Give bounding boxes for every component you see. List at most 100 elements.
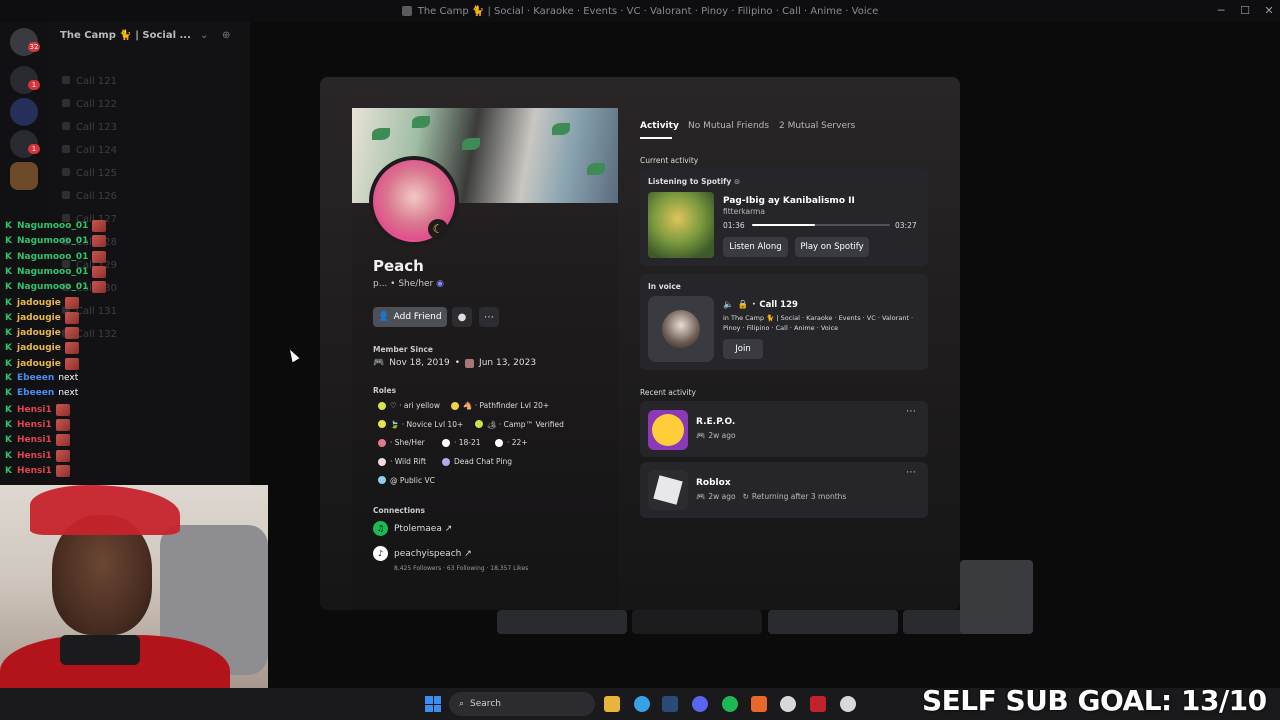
channel-item[interactable]: Call 125 <box>62 168 117 179</box>
server-name-header[interactable]: The Camp 🐈 | Social ... <box>60 30 191 41</box>
add-member-icon[interactable]: ⊕ <box>222 30 230 41</box>
role-pill[interactable]: 🐴 · Pathfinder Lvl 20+ <box>451 401 549 410</box>
track-title[interactable]: Pag-Ibig ay Kanibalismo II <box>723 196 855 206</box>
platform-icon: K <box>5 435 12 446</box>
connections-label: Connections <box>373 506 425 515</box>
app-icon <box>401 6 412 16</box>
obs-icon[interactable] <box>780 696 796 712</box>
role-pill[interactable]: · Wild Rift <box>378 457 426 466</box>
chat-username: Hensi1 <box>17 450 52 461</box>
chat-message: K Nagumooo_01 <box>5 281 107 294</box>
file-explorer-icon[interactable] <box>604 696 620 712</box>
voice-server-line: in The Camp 🐈 | Social · Karaoke · Event… <box>723 314 914 332</box>
channel-item[interactable]: Call 123 <box>62 122 117 133</box>
add-friend-button[interactable]: 👤 Add Friend <box>373 307 447 327</box>
minimize-button[interactable]: ─ <box>1214 4 1228 18</box>
more-options-button[interactable]: ⋯ <box>479 307 499 327</box>
more-options-icon[interactable]: ⋯ <box>906 406 916 417</box>
server-icon[interactable] <box>10 98 38 126</box>
role-color-dot <box>442 457 450 466</box>
platform-icon: K <box>5 297 12 308</box>
voice-tile[interactable] <box>632 610 762 634</box>
role-pill[interactable]: 🏕 · Camp™ Verified <box>475 420 564 429</box>
tab-mutual-friends[interactable]: No Mutual Friends <box>688 121 769 131</box>
role-pill[interactable]: 🍃 · Novice Lvl 10+ <box>378 420 463 429</box>
connection-tiktok[interactable]: ♪ peachyispeach ↗ <box>373 546 472 561</box>
emote-icon <box>92 250 107 263</box>
chat-message: K Ebeeen next <box>5 388 78 398</box>
voice-channel[interactable]: 🔈 🔒 · Call 129 <box>723 300 798 310</box>
role-pill[interactable]: · She/Her <box>378 438 425 447</box>
chrome-icon[interactable] <box>634 696 650 712</box>
role-color-dot <box>378 438 386 447</box>
spotify-icon: ♫ <box>373 521 388 536</box>
channel-item[interactable]: Call 124 <box>62 145 117 156</box>
maximize-button[interactable]: ☐ <box>1238 4 1252 18</box>
role-pill[interactable]: @ Public VC <box>378 476 435 485</box>
voice-tile[interactable] <box>497 610 627 634</box>
server-icon <box>465 358 475 368</box>
speaker-icon <box>62 191 70 199</box>
app-icon[interactable] <box>810 696 826 712</box>
voice-tile-video[interactable] <box>960 560 1033 634</box>
taskbar-search[interactable]: ⌕ Search <box>449 692 595 716</box>
platform-icon: K <box>5 388 12 399</box>
game-name: Roblox <box>696 478 731 488</box>
chat-username: Hensi1 <box>17 465 52 476</box>
discord-icon[interactable] <box>692 696 708 712</box>
username: p... <box>373 279 388 289</box>
controller-icon: 🎮 <box>696 492 706 501</box>
role-pill[interactable]: ♡ · ari yellow <box>378 401 440 410</box>
album-art[interactable] <box>648 192 714 258</box>
chat-username: Ebeeen <box>17 388 55 399</box>
voice-header: In voice <box>648 282 681 291</box>
app-icon[interactable] <box>840 696 856 712</box>
current-activity-label: Current activity <box>640 156 699 165</box>
app-icon[interactable] <box>751 696 767 712</box>
track-duration: 03:27 <box>895 221 917 230</box>
close-button[interactable]: ✕ <box>1262 4 1276 18</box>
track-artist[interactable]: fitterkarma <box>723 207 765 216</box>
tab-activity[interactable]: Activity <box>640 121 679 131</box>
connection-spotify[interactable]: ♫ Ptolemaea ↗ <box>373 521 452 536</box>
platform-icon: K <box>5 328 12 339</box>
role-pill[interactable]: · 18-21 <box>442 438 481 447</box>
channel-item[interactable]: Call 126 <box>62 191 117 202</box>
add-user-icon: 👤 <box>378 312 390 322</box>
role-color-dot <box>495 438 503 447</box>
chat-username: jadougie <box>17 343 61 354</box>
display-name: Peach <box>373 257 424 275</box>
member-since-dates: 🎮 Nov 18, 2019 • Jun 13, 2023 <box>373 358 537 368</box>
chevron-down-icon[interactable]: ⌄ <box>200 30 208 41</box>
channel-item[interactable]: Call 122 <box>62 99 117 110</box>
game-time: 🎮 2w ago ↻ Returning after 3 months <box>696 492 847 501</box>
role-color-dot <box>378 476 386 485</box>
emote-icon <box>64 311 79 324</box>
emote-icon <box>92 265 107 278</box>
info-icon: ⊙ <box>733 177 741 186</box>
tab-mutual-servers[interactable]: 2 Mutual Servers <box>779 121 855 131</box>
more-options-icon[interactable]: ⋯ <box>906 467 916 478</box>
platform-icon: K <box>5 373 12 383</box>
platform-icon: K <box>5 266 12 277</box>
server-icon-active[interactable] <box>10 162 38 190</box>
spotify-icon[interactable] <box>722 696 738 712</box>
mention-badge: 1 <box>28 144 40 154</box>
chat-message: Kjadougie <box>5 327 79 340</box>
join-voice-button[interactable]: Join <box>723 339 763 359</box>
message-button[interactable]: ● <box>452 307 472 327</box>
voice-tile[interactable] <box>768 610 898 634</box>
role-pill[interactable]: Dead Chat Ping <box>442 457 512 466</box>
play-on-spotify-button[interactable]: Play on Spotify <box>795 237 869 257</box>
role-color-dot <box>378 420 386 429</box>
platform-icon: K <box>5 236 12 247</box>
platform-icon: K <box>5 312 12 323</box>
chat-text: next <box>58 388 79 399</box>
role-color-dot <box>475 420 483 429</box>
steam-icon[interactable] <box>662 696 678 712</box>
role-pill[interactable]: · 22+ <box>495 438 528 447</box>
start-button[interactable] <box>425 696 441 712</box>
channel-item[interactable]: Call 121 <box>62 76 117 87</box>
emote-icon <box>55 403 70 416</box>
listen-along-button[interactable]: Listen Along <box>723 237 788 257</box>
